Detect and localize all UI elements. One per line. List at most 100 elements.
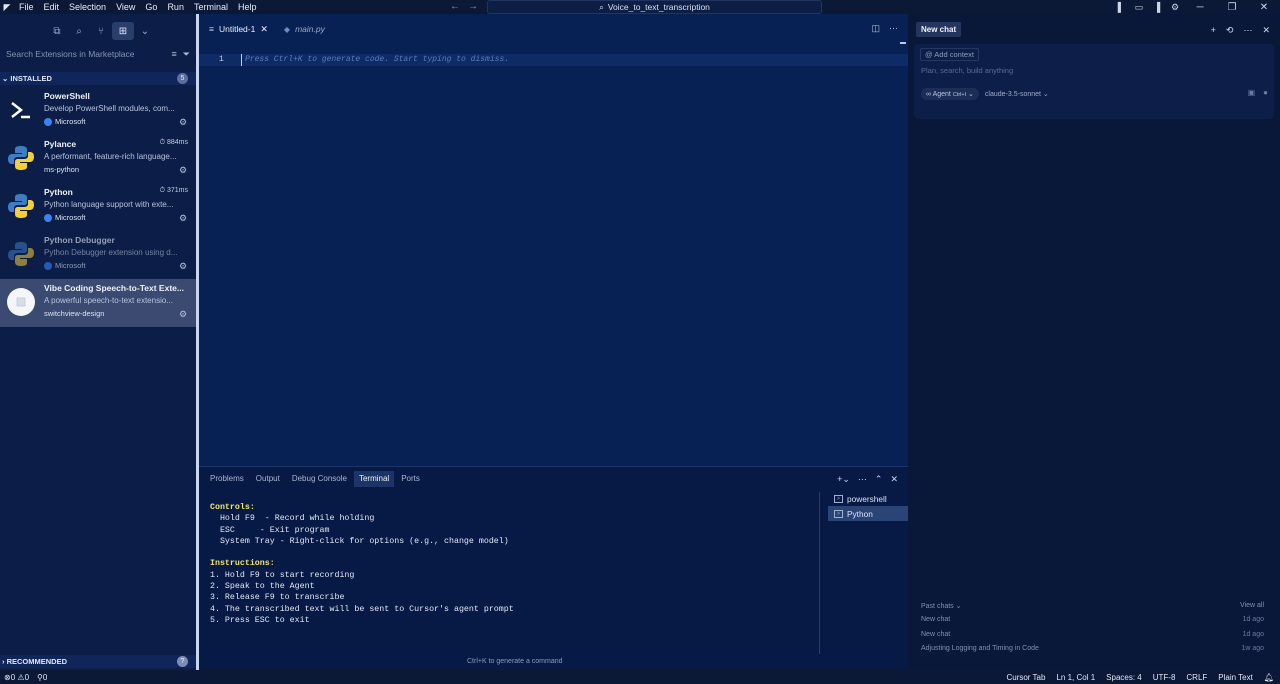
gear-icon[interactable]: ⚙ [1166,0,1184,14]
encoding-status[interactable]: UTF-8 [1153,673,1176,682]
extensions-icon[interactable]: ⊞ [112,22,134,40]
more-actions-icon[interactable]: ⋯ [889,23,898,34]
extension-name: Vibe Coding Speech-to-Text Exte... [44,283,184,293]
tab-ports[interactable]: Ports [396,471,425,487]
chat-input-placeholder[interactable]: Plan, search, build anything [921,66,1013,75]
terminal-line: 4. The transcribed text will be sent to … [210,604,514,614]
image-icon[interactable]: ▣ [1248,88,1256,97]
toggle-sidebar-icon[interactable]: ▌ [1112,0,1130,14]
cursor-position[interactable]: Ln 1, Col 1 [1056,673,1095,682]
minimize-button[interactable]: ─ [1184,0,1216,14]
past-chat-item[interactable]: Adjusting Logging and Timing in Code 1w a… [921,645,1264,652]
new-terminal-icon[interactable]: +⌄ [837,474,850,485]
menu-terminal[interactable]: Terminal [189,0,233,14]
more-actions-icon[interactable]: ⋯ [858,474,867,485]
menu-help[interactable]: Help [233,0,262,14]
terminal-line: ESC - Exit program [210,525,330,535]
chat-input-box[interactable]: @ Add context Plan, search, build anythi… [914,44,1274,119]
toggle-secondary-sidebar-icon[interactable]: ▐ [1148,0,1166,14]
maximize-panel-icon[interactable]: ⌃ [875,474,883,485]
terminal-hint: Ctrl+K to generate a command [467,658,563,665]
terminal-line: 3. Release F9 to transcribe [210,593,345,603]
back-arrow-icon[interactable]: ← [450,0,460,14]
close-icon[interactable]: ✕ [1262,25,1270,36]
extension-python[interactable]: Python ⏱ 371ms Python language support w… [0,183,196,231]
tab-output[interactable]: Output [251,471,285,487]
tab-terminal[interactable]: Terminal [353,471,395,487]
extension-description: A performant, feature-rich language... [44,152,177,161]
toggle-panel-icon[interactable]: ▭ [1130,0,1148,14]
activation-time: ⏱ 884ms [159,139,188,146]
extension-vibe-coding-speech-to-text[interactable]: Vibe Coding Speech-to-Text Exte... A pow… [0,279,196,327]
explorer-icon[interactable]: ⧉ [46,22,68,40]
indentation-status[interactable]: Spaces: 4 [1106,673,1142,682]
model-dropdown[interactable]: claude-3.5-sonnet ⌄ [985,90,1049,98]
menu-selection[interactable]: Selection [64,0,111,14]
tab-main-py[interactable]: ◆ main.py [276,14,333,44]
extension-publisher: Microsoft [44,117,85,126]
extension-powershell[interactable]: PowerShell Develop PowerShell modules, c… [0,87,196,135]
gear-icon[interactable]: ⚙ [178,261,188,271]
tab-untitled-1[interactable]: ≡ Untitled-1 ✕ [201,14,276,44]
more-actions-icon[interactable]: ⋯ [1243,25,1252,36]
tab-problems[interactable]: Problems [205,471,249,487]
agent-mode-dropdown[interactable]: ∞ Agent Ctrl+I ⌄ [921,88,979,100]
eol-status[interactable]: CRLF [1186,673,1207,682]
cursor-tab-status[interactable]: Cursor Tab [1006,673,1045,682]
menu-edit[interactable]: Edit [39,0,65,14]
terminal-item-python[interactable]: > Python [828,506,908,521]
installed-label: INSTALLED [10,74,52,83]
terminal-line: 2. Speak to the Agent [210,582,315,592]
problems-status[interactable]: ⊗0 ⚠0 [4,673,29,682]
extension-python-debugger[interactable]: Python Debugger Python Debugger extensio… [0,231,196,279]
past-chats-toggle[interactable]: Past chats ⌄ [921,602,962,610]
extensions-search-input[interactable] [6,49,166,59]
chevron-down-icon[interactable]: ⌄ [134,22,156,40]
status-bar: ⊗0 ⚠0 ⚲0 Cursor Tab Ln 1, Col 1 Spaces: … [0,670,1280,684]
installed-section-header[interactable]: ⌄ INSTALLED 5 [0,72,196,85]
ports-status[interactable]: ⚲0 [37,673,47,682]
chat-panel: New chat + ⟲ ⋯ ✕ @ Add context Plan, sea… [908,14,1280,670]
close-icon[interactable]: ✕ [260,24,268,35]
recommended-section-header[interactable]: › RECOMMENDED ? [0,655,196,668]
close-panel-icon[interactable]: ✕ [890,474,898,485]
menu-go[interactable]: Go [140,0,162,14]
gear-icon[interactable]: ⚙ [178,117,188,127]
language-mode[interactable]: Plain Text [1218,673,1253,682]
ghost-hint-text[interactable]: Press Ctrl+K to generate code. Start typ… [245,55,509,64]
close-button[interactable]: ✕ [1248,0,1280,14]
history-icon[interactable]: ⟲ [1226,25,1234,36]
clear-filter-icon[interactable]: ≡ [172,49,177,59]
send-icon[interactable]: ● [1263,88,1268,97]
command-center[interactable]: ⌕ Voice_to_text_transcription [487,0,822,14]
add-context-button[interactable]: @ Add context [920,48,979,61]
maximize-button[interactable]: ❐ [1216,0,1248,14]
filter-icon[interactable]: ⏷ [183,49,190,60]
menu-run[interactable]: Run [162,0,189,14]
tab-debug-console[interactable]: Debug Console [287,471,352,487]
forward-arrow-icon[interactable]: → [468,0,478,14]
terminal-output[interactable]: Controls: Hold F9 - Record while holding… [210,502,810,626]
view-all-link[interactable]: View all [1240,602,1264,610]
verified-badge-icon [44,117,52,126]
menu-view[interactable]: View [111,0,140,14]
gear-icon[interactable]: ⚙ [178,309,188,319]
gear-icon[interactable]: ⚙ [178,165,188,175]
extension-publisher: switchview-design [44,309,105,318]
gear-icon[interactable]: ⚙ [178,213,188,223]
tab-new-chat[interactable]: New chat [916,21,962,37]
bell-icon[interactable]: 🔔︎ [1264,673,1274,682]
past-chat-item[interactable]: New chat 1d ago [921,631,1264,638]
terminal-item-powershell[interactable]: > powershell [828,491,908,506]
add-chat-icon[interactable]: + [1211,25,1216,36]
search-view-icon[interactable]: ⌕ [68,22,90,40]
terminal-icon: > [834,494,843,503]
editor-area: ≡ Untitled-1 ✕ ◆ main.py ◫ ⋯ 1 Press Ctr… [199,14,908,466]
menu-file[interactable]: File [14,0,39,14]
split-editor-icon[interactable]: ◫ [871,23,880,34]
extension-publisher: ms-python [44,165,80,174]
extension-pylance[interactable]: Pylance ⏱ 884ms A performant, feature-ri… [0,135,196,183]
past-chat-item[interactable]: New chat 1d ago [921,616,1264,623]
source-control-icon[interactable]: ⑂ [90,22,112,40]
